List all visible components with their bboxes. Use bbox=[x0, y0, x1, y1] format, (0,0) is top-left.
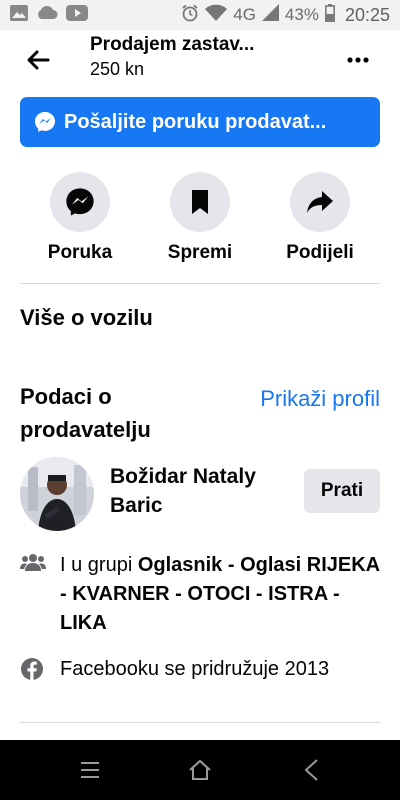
messenger-icon bbox=[66, 188, 94, 216]
battery-level: 43% bbox=[284, 5, 319, 24]
share-icon bbox=[307, 191, 333, 213]
message-seller-label: Pošaljite poruku prodavat... bbox=[64, 110, 327, 133]
bookmark-icon bbox=[192, 190, 208, 214]
divider bbox=[20, 722, 380, 723]
more-options-button[interactable] bbox=[344, 52, 372, 68]
view-profile-link[interactable]: Prikaži profil bbox=[260, 382, 380, 415]
menu-button[interactable] bbox=[77, 757, 103, 783]
cloud-icon bbox=[36, 5, 58, 25]
alarm-icon bbox=[181, 4, 199, 27]
action-message[interactable]: Poruka bbox=[40, 172, 120, 264]
seller-group-text: I u grupi Oglasnik - Oglasi RIJEKA - KVA… bbox=[60, 551, 380, 638]
action-share[interactable]: Podijeli bbox=[280, 172, 360, 264]
action-row: Poruka Spremi Podijeli bbox=[0, 172, 400, 272]
seller-group-row: I u grupi Oglasnik - Oglasi RIJEKA - KVA… bbox=[20, 551, 380, 638]
action-share-label: Podijeli bbox=[286, 242, 354, 263]
seller-joined-text: Facebooku se pridružuje 2013 bbox=[60, 658, 330, 680]
action-save-circle[interactable] bbox=[170, 172, 230, 232]
divider bbox=[20, 283, 380, 284]
message-seller-button[interactable]: Pošaljite poruku prodavat... bbox=[20, 97, 380, 147]
group-prefix: I u grupi bbox=[60, 554, 138, 576]
action-share-circle[interactable] bbox=[290, 172, 350, 232]
seller-joined-row: Facebooku se pridružuje 2013 bbox=[20, 655, 380, 686]
back-nav-button[interactable] bbox=[298, 757, 324, 783]
listing-header: Prodajem zastav... 250 kn bbox=[90, 34, 310, 80]
messenger-icon bbox=[35, 112, 55, 132]
signal-icon bbox=[261, 4, 279, 26]
seller-name[interactable]: Božidar Nataly Baric bbox=[110, 462, 290, 520]
chevron-left-icon bbox=[304, 759, 318, 781]
action-message-circle[interactable] bbox=[50, 172, 110, 232]
vehicle-section-title: Više o vozilu bbox=[20, 305, 153, 330]
youtube-icon bbox=[66, 4, 88, 26]
status-bar: 4G 43% 20:25 bbox=[0, 0, 400, 30]
image-icon bbox=[10, 4, 28, 26]
menu-icon bbox=[81, 762, 99, 778]
battery-icon bbox=[324, 3, 335, 27]
home-button[interactable] bbox=[187, 757, 213, 783]
listing-title: Prodajem zastav... bbox=[90, 34, 255, 55]
facebook-icon bbox=[21, 658, 43, 680]
home-icon bbox=[189, 759, 211, 780]
back-button[interactable] bbox=[24, 46, 52, 74]
system-navigation-bar bbox=[0, 740, 400, 800]
follow-button[interactable]: Prati bbox=[304, 469, 380, 513]
seller-avatar[interactable] bbox=[20, 457, 94, 531]
group-icon bbox=[20, 554, 46, 571]
network-type: 4G bbox=[233, 5, 256, 24]
action-save[interactable]: Spremi bbox=[160, 172, 240, 264]
top-bar: Prodajem zastav... 250 kn bbox=[0, 30, 400, 92]
more-dots-icon bbox=[347, 57, 369, 63]
action-message-label: Poruka bbox=[47, 242, 113, 263]
seller-section-title: Podaci o prodavatelju bbox=[20, 384, 151, 442]
clock: 20:25 bbox=[344, 4, 390, 25]
action-save-label: Spremi bbox=[167, 242, 233, 263]
avatar-photo bbox=[20, 457, 94, 531]
wifi-icon bbox=[205, 4, 228, 26]
listing-price: 250 kn bbox=[90, 59, 145, 79]
arrow-left-icon bbox=[27, 50, 50, 70]
